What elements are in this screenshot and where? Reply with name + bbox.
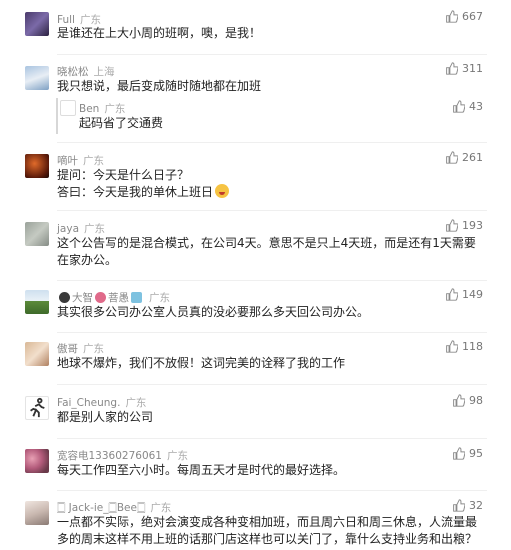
comment-text: 是谁还在上大小周的班啊，噢，是我！	[57, 26, 262, 40]
comment-text: 提问：今天是什么日子？ 答曰：今天是我的单休上班日	[57, 167, 485, 201]
reply-text: 起码省了交通费	[79, 116, 164, 130]
runner-icon	[30, 397, 45, 418]
like-button[interactable]: 118	[445, 340, 483, 353]
avatar[interactable]	[60, 100, 76, 116]
like-button[interactable]: 667	[445, 10, 483, 23]
avatar[interactable]	[25, 154, 49, 178]
comment-author[interactable]: 嘀叶 广东	[57, 153, 104, 168]
divider	[57, 384, 487, 385]
comment-author[interactable]: jaya 广东	[57, 221, 105, 236]
user-icon	[59, 292, 70, 303]
comment-text: 一点都不实际，绝对会演变成各种变相加班，而且周六日和周三休息，人流量最多的周末这…	[57, 515, 478, 546]
thumbs-up-icon	[446, 151, 458, 164]
comment-author[interactable]: 🀆 Jack-ie_🀆Bee🀆 广东	[57, 500, 171, 515]
thumbs-up-icon	[446, 62, 458, 75]
thumbs-up-icon	[446, 288, 458, 301]
like-button[interactable]: 261	[445, 151, 483, 164]
avatar[interactable]	[25, 222, 49, 246]
reply: Ben 广东 43 起码省了交通费	[56, 98, 485, 134]
comment-text: 地球不爆炸，我们不放假！这词完美的诠释了我的工作	[57, 356, 346, 370]
reply-indicator	[56, 98, 58, 134]
comment-text: 这个公告写的是混合模式，在公司4天。意思不是只上4天班，而是还有1天需要在家办公…	[57, 236, 476, 267]
comment-author[interactable]: Fai_Cheung. 广东	[57, 395, 146, 410]
avatar[interactable]	[25, 501, 49, 525]
comment-author[interactable]: 傲哥 广东	[57, 341, 104, 356]
divider	[57, 438, 487, 439]
divider	[57, 54, 487, 55]
comment-line: 提问：今天是什么日子？	[57, 168, 190, 182]
avatar[interactable]	[25, 449, 49, 473]
landscape-icon	[131, 292, 142, 303]
flower-icon	[95, 292, 106, 303]
like-button[interactable]: 98	[452, 394, 483, 407]
comment-author[interactable]: 宽容电13360276061 广东	[57, 448, 188, 463]
avatar[interactable]	[25, 396, 49, 420]
divider	[57, 142, 487, 143]
surprised-emoji-icon	[215, 184, 230, 198]
thumbs-up-icon	[453, 100, 465, 113]
thumbs-up-icon	[446, 340, 458, 353]
comment-text: 每天工作四至六小时。每周五天才是时代的最好选择。	[57, 463, 346, 477]
thumbs-up-icon	[453, 447, 465, 460]
avatar[interactable]	[25, 342, 49, 366]
like-button[interactable]: 95	[452, 447, 483, 460]
comment-text: 都是别人家的公司	[57, 410, 154, 424]
avatar[interactable]	[25, 66, 49, 90]
divider	[57, 210, 487, 211]
comment-text: 我只想说，最后变成随时随地都在加班	[57, 79, 262, 93]
divider	[57, 490, 487, 491]
like-button[interactable]: 193	[445, 219, 483, 232]
comment-line: 答曰：今天是我的单休上班日	[57, 184, 485, 201]
thumbs-up-icon	[453, 499, 465, 512]
like-button[interactable]: 311	[445, 62, 483, 75]
thumbs-up-icon	[453, 394, 465, 407]
like-button[interactable]: 43	[452, 100, 483, 113]
thumbs-up-icon	[446, 219, 458, 232]
avatar[interactable]	[25, 290, 49, 314]
comment-author[interactable]: 晓松松 上海	[57, 64, 115, 79]
reply-author[interactable]: Ben 广东	[79, 101, 125, 116]
like-button[interactable]: 32	[452, 499, 483, 512]
avatar[interactable]	[25, 12, 49, 36]
thumbs-up-icon	[446, 10, 458, 23]
divider	[57, 332, 487, 333]
like-button[interactable]: 149	[445, 288, 483, 301]
comment-author[interactable]: 大智 菩愚 广东	[57, 290, 170, 305]
divider	[57, 280, 487, 281]
comment-text: 其实很多公司办公室人员真的没必要那么多天回公司办公。	[57, 305, 370, 319]
